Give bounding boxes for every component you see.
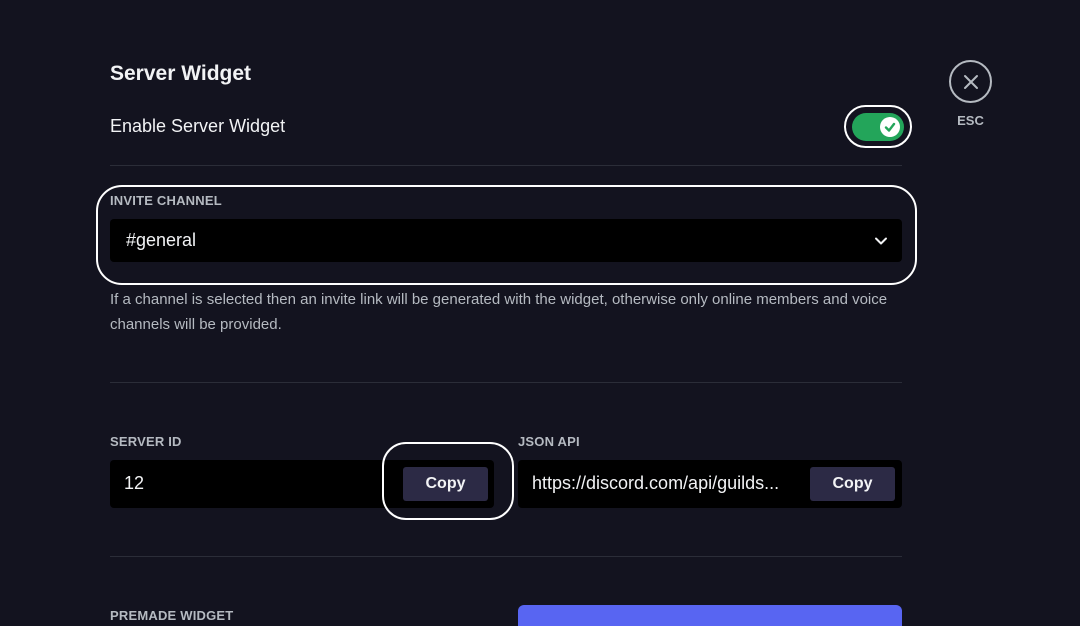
invite-channel-select[interactable]: #general xyxy=(110,219,902,262)
close-icon xyxy=(963,74,978,89)
enable-widget-label: Enable Server Widget xyxy=(110,116,286,136)
invite-channel-help: If a channel is selected then an invite … xyxy=(110,291,888,333)
enable-widget-toggle[interactable] xyxy=(852,113,904,141)
server-id-label: SERVER ID xyxy=(110,434,182,449)
checkmark-icon xyxy=(884,122,896,132)
copy-focus-ring xyxy=(382,442,514,520)
page-title: Server Widget xyxy=(110,62,252,85)
esc-label: ESC xyxy=(957,113,984,128)
toggle-knob xyxy=(880,117,900,137)
launch-widget-button[interactable] xyxy=(518,605,902,626)
chevron-down-icon xyxy=(875,237,887,245)
server-widget-settings-page: Server Widget ESC Enable Server Widget I… xyxy=(0,0,1080,626)
json-api-field[interactable]: https://discord.com/api/guilds... Copy xyxy=(518,460,902,508)
divider xyxy=(110,165,902,166)
selected-channel: #general xyxy=(126,230,197,250)
server-id-value: 12 xyxy=(124,473,145,493)
json-api-label: JSON API xyxy=(518,434,580,449)
divider xyxy=(110,382,902,383)
copy-json-api-button[interactable]: Copy xyxy=(810,467,895,501)
close-button[interactable] xyxy=(949,60,992,103)
premade-widget-label: PREMADE WIDGET xyxy=(110,608,234,623)
json-api-value: https://discord.com/api/guilds... xyxy=(532,473,780,493)
divider xyxy=(110,556,902,557)
